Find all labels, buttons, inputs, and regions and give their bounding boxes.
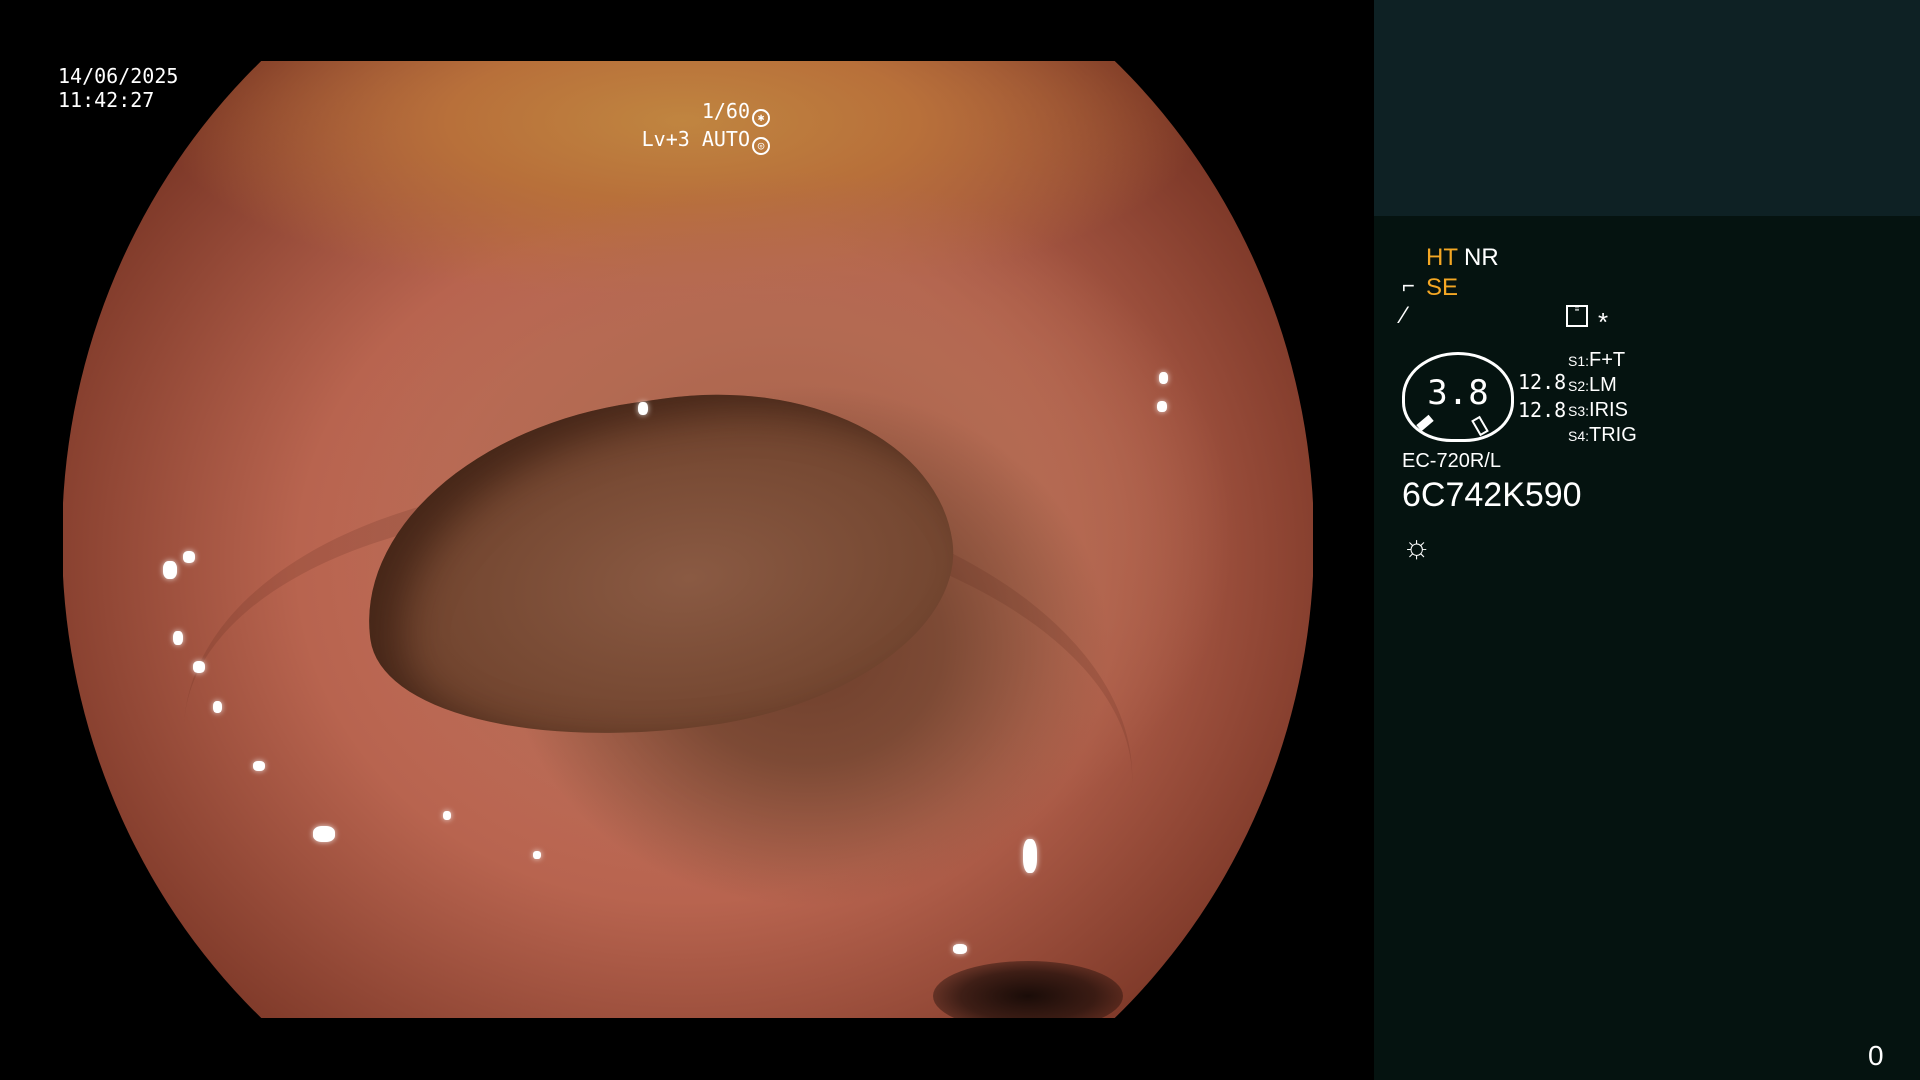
light-reflection <box>173 631 183 645</box>
light-reflection <box>193 661 205 673</box>
structure-enhance-icon: ⌐ <box>1402 273 1415 298</box>
light-reflection <box>1023 839 1037 873</box>
switch-3: S3:IRIS <box>1568 399 1628 422</box>
light-reflection <box>163 561 177 579</box>
light-reflection <box>638 402 648 415</box>
gauge-marker-left <box>1416 414 1434 432</box>
serial-number: 6C742K590 <box>1402 476 1582 514</box>
switch-1: S1:F+T <box>1568 349 1625 372</box>
readout-2: 12.8 <box>1518 398 1567 422</box>
endoscopic-image <box>63 61 1313 1018</box>
scope-model: EC-720R/L <box>1402 450 1501 472</box>
switch-2-value: LM <box>1589 374 1617 396</box>
endoscope-video-area: 14/06/2025 11:42:27 1/60 ✱ Lv+3 AUTO ◎ <box>0 0 1374 1080</box>
auto-exposure-icon: ◎ <box>752 137 770 155</box>
light-reflection <box>953 944 967 954</box>
light-reflection <box>213 701 222 713</box>
light-reflection <box>313 826 335 842</box>
gauge-value: 3.8 <box>1427 373 1489 413</box>
se-indicator: SE <box>1426 274 1459 301</box>
switch-2: S2:LM <box>1568 374 1617 397</box>
switch-4-value: TRIG <box>1589 424 1637 446</box>
switch-1-label: S1: <box>1568 353 1590 369</box>
switch-4: S4:TRIG <box>1568 424 1637 447</box>
date-time-block: 14/06/2025 11:42:27 <box>58 64 178 112</box>
exposure-text: Lv+3 AUTO <box>641 127 750 151</box>
light-reflection <box>1157 401 1167 412</box>
switch-4-label: S4: <box>1568 428 1590 444</box>
date-text: 14/06/2025 <box>58 64 179 88</box>
time-text: 11:42:27 <box>58 88 155 112</box>
panel-header-area <box>1374 0 1920 216</box>
ht-indicator: HT <box>1426 244 1458 271</box>
light-reflection <box>443 811 451 820</box>
light-reflection <box>1159 372 1168 384</box>
nr-indicator: NR <box>1464 244 1499 271</box>
star-indicator: * <box>1598 307 1609 337</box>
shutter-icon: ✱ <box>752 109 770 127</box>
exposure-block: 1/60 ✱ Lv+3 AUTO ◎ <box>642 99 770 155</box>
page-number: 0 <box>1868 1040 1884 1071</box>
light-icon: ☼ <box>1402 528 1432 564</box>
switch-3-label: S3: <box>1568 403 1590 419</box>
switch-1-value: F+T <box>1589 349 1626 371</box>
shutter-text: 1/60 <box>701 99 750 123</box>
readout-1: 12.8 <box>1518 370 1567 394</box>
light-reflection <box>253 761 265 771</box>
memo-icon: ≡ <box>1566 305 1588 327</box>
tone-curve-icon: ∕ <box>1402 302 1407 329</box>
light-reflection <box>183 551 195 563</box>
zoom-gauge: 3.8 <box>1402 352 1514 442</box>
switch-2-label: S2: <box>1568 378 1590 394</box>
switch-3-value: IRIS <box>1589 399 1628 421</box>
gauge-marker-right <box>1471 415 1489 437</box>
info-panel: HT NR ⌐ SE ∕ ≡ * 3.8 12.8 12.8 S1:F+T S2… <box>1374 0 1920 1080</box>
light-reflection <box>533 851 541 859</box>
